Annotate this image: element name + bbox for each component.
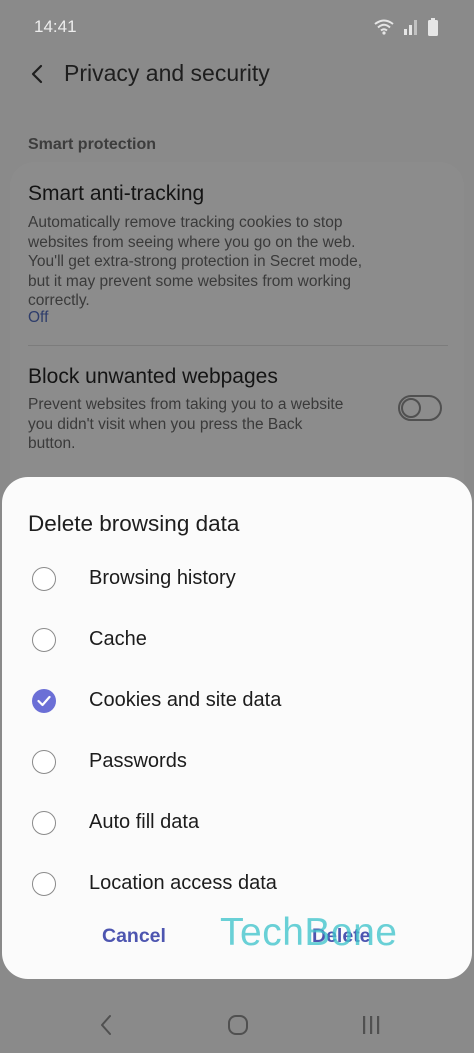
checkmark-icon xyxy=(37,695,51,707)
section-header: Smart protection xyxy=(28,136,157,153)
option-label: Cache xyxy=(89,628,147,650)
description-line: Prevent websites from taking you to a we… xyxy=(28,396,344,413)
app-bar: Privacy and security xyxy=(0,52,474,100)
description-line: you didn't visit when you press the Back xyxy=(28,415,303,433)
setting-description: Prevent websites from taking you to a we… xyxy=(28,395,343,454)
status-bar: 14:41 xyxy=(0,0,474,52)
option-label: Passwords xyxy=(89,750,187,772)
block-webpages-toggle[interactable] xyxy=(398,395,442,421)
nav-recents-icon[interactable] xyxy=(356,1013,386,1037)
cancel-button[interactable]: Cancel xyxy=(102,925,166,948)
battery-icon xyxy=(428,18,438,41)
option-location-access-data[interactable]: Location access data xyxy=(2,856,472,912)
delete-button[interactable]: Delete xyxy=(312,925,371,948)
description-line: Automatically remove tracking cookies to… xyxy=(28,214,343,231)
dialog-title: Delete browsing data xyxy=(28,511,240,536)
toggle-knob xyxy=(401,398,421,418)
nav-back-icon[interactable] xyxy=(92,1013,122,1037)
description-line: websites from seeing where you go on the… xyxy=(28,233,356,251)
chevron-left-icon[interactable] xyxy=(26,62,50,86)
option-label: Browsing history xyxy=(89,567,236,589)
setting-title: Block unwanted webpages xyxy=(28,365,278,388)
unchecked-circle-icon[interactable] xyxy=(32,811,56,835)
option-label: Cookies and site data xyxy=(89,689,282,711)
page-title: Privacy and security xyxy=(64,60,270,86)
option-passwords[interactable]: Passwords xyxy=(2,734,472,790)
screen-background: 14:41 Privacy and security Smart protect… xyxy=(0,0,474,1053)
unchecked-circle-icon[interactable] xyxy=(32,872,56,896)
unchecked-circle-icon[interactable] xyxy=(32,628,56,652)
option-label: Location access data xyxy=(89,872,277,894)
unchecked-circle-icon[interactable] xyxy=(32,750,56,774)
nav-home-icon[interactable] xyxy=(223,1013,253,1037)
navigation-bar xyxy=(0,995,474,1053)
dialog-actions: Cancel Delete TechBone xyxy=(2,911,472,957)
delete-browsing-data-dialog: Delete browsing data Browsing history Ca… xyxy=(2,477,472,979)
option-auto-fill-data[interactable]: Auto fill data xyxy=(2,795,472,851)
description-line: button. xyxy=(28,435,76,452)
option-browsing-history[interactable]: Browsing history xyxy=(2,551,472,607)
setting-value: Off xyxy=(28,309,49,326)
option-cache[interactable]: Cache xyxy=(2,612,472,668)
status-time: 14:41 xyxy=(34,17,77,36)
wifi-icon xyxy=(374,19,394,40)
status-icons xyxy=(374,18,438,41)
signal-icon xyxy=(404,19,418,40)
description-line: but it may prevent some websites from wo… xyxy=(28,272,352,290)
description-line: correctly. xyxy=(28,292,90,309)
option-cookies-and-site-data[interactable]: Cookies and site data xyxy=(2,673,472,729)
checked-circle-icon[interactable] xyxy=(32,689,56,713)
divider xyxy=(28,345,448,346)
description-line: You'll get extra-strong protection in Se… xyxy=(28,253,363,270)
option-label: Auto fill data xyxy=(89,811,200,833)
setting-description: Automatically remove tracking cookies to… xyxy=(28,213,362,311)
unchecked-circle-icon[interactable] xyxy=(32,567,56,591)
setting-title: Smart anti-tracking xyxy=(28,182,205,205)
